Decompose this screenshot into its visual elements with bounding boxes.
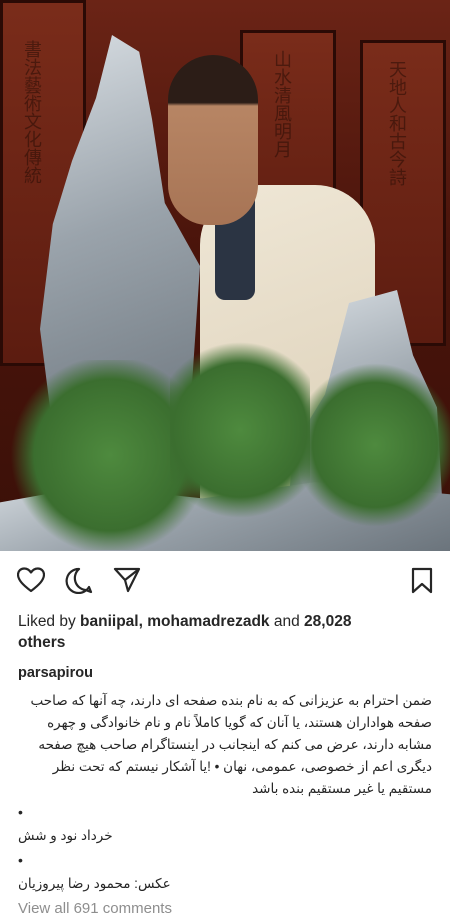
post-photo[interactable]: 書法藝術文化傳統 山水清風明月 天地人和古今詩 xyxy=(0,0,450,551)
view-comments-link[interactable]: View all 691 comments xyxy=(0,900,450,917)
post-actions xyxy=(0,551,450,611)
likes-suffix[interactable]: others xyxy=(18,634,65,651)
post-caption: parsapirou ضمن احترام به عزیزانی که به ن… xyxy=(0,653,450,896)
caption-text: ضمن احترام به عزیزانی که به نام بنده صفح… xyxy=(30,693,432,796)
likes-summary[interactable]: Liked by baniipal, mohamadrezadk and 28,… xyxy=(0,611,450,653)
likes-prefix: Liked by xyxy=(18,613,81,630)
person-face xyxy=(168,55,258,225)
calligraphy-left: 書法藝術文化傳統 xyxy=(21,40,42,184)
bookmark-icon[interactable] xyxy=(411,567,433,599)
likes-users[interactable]: baniipal, mohamadrezadk xyxy=(80,613,270,630)
likes-count[interactable]: 28,028 xyxy=(304,613,351,630)
plant-center xyxy=(170,330,310,530)
comment-icon[interactable] xyxy=(65,567,93,599)
caption-bullet-1: • xyxy=(18,804,23,820)
caption-bullet-2: • xyxy=(18,852,23,868)
heart-icon[interactable] xyxy=(16,567,46,598)
caption-date: خرداد نود و شش xyxy=(18,828,113,843)
likes-connector: and xyxy=(269,613,305,630)
caption-credit: عکس: محمود رضا پیروزیان xyxy=(18,876,171,891)
calligraphy-right: 天地人和古今詩 xyxy=(386,60,407,186)
caption-username[interactable]: parsapirou xyxy=(18,663,432,684)
share-icon[interactable] xyxy=(113,567,141,598)
plant-right xyxy=(300,360,450,530)
